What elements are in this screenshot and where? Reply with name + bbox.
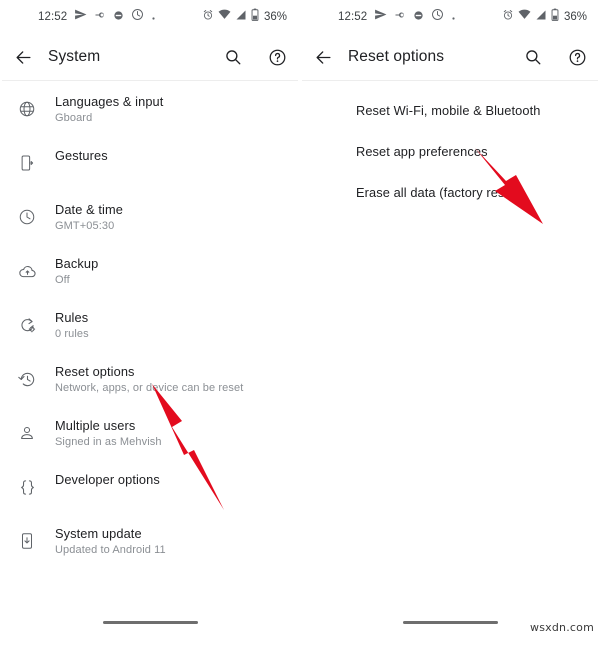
panel-system: 12:52 36% System Languages & input Gboar… xyxy=(0,0,300,648)
dark-circle-icon xyxy=(413,8,424,26)
list-item-erase-all-data[interactable]: Erase all data (factory reset) xyxy=(300,172,600,213)
list-item-text: Languages & input Gboard xyxy=(55,90,163,126)
home-pill[interactable] xyxy=(102,620,198,624)
list-item-gestures[interactable]: Gestures xyxy=(0,144,300,198)
app-bar-actions xyxy=(222,46,288,68)
status-bar-right: 36% xyxy=(202,8,287,26)
list-item-subtitle: Off xyxy=(55,274,70,286)
list-item-subtitle: Gboard xyxy=(55,112,93,124)
list-item-reset-options[interactable]: Reset options Network, apps, or device c… xyxy=(0,360,300,414)
page-title: Reset options xyxy=(348,48,445,65)
cloud-upload-icon xyxy=(12,256,42,286)
list-item-text: Developer options xyxy=(55,468,160,489)
search-icon[interactable] xyxy=(522,46,544,68)
status-bar-left: 12:52 xyxy=(38,8,156,26)
dot-icon xyxy=(151,8,156,26)
alarm-icon xyxy=(502,8,514,26)
list-item-title: Languages & input xyxy=(55,94,164,109)
person-icon xyxy=(12,418,42,448)
list-item-reset-wifi-mobile-bluetooth[interactable]: Reset Wi-Fi, mobile & Bluetooth xyxy=(300,90,600,131)
list-item-reset-app-preferences[interactable]: Reset app preferences xyxy=(300,131,600,172)
list-item-multiple-users[interactable]: Multiple users Signed in as Mehvish xyxy=(0,414,300,468)
panel-reset-options: 12:52 36% Reset options Reset Wi-Fi, mob… xyxy=(300,0,600,648)
back-arrow-icon[interactable] xyxy=(10,44,36,70)
status-time: 12:52 xyxy=(38,11,68,23)
list-item-text: Multiple users Signed in as Mehvish xyxy=(55,414,162,450)
app-bar-actions xyxy=(522,46,588,68)
home-pill[interactable] xyxy=(402,620,498,624)
status-bar: 12:52 36% xyxy=(0,0,300,34)
list-item-rules[interactable]: Rules 0 rules xyxy=(0,306,300,360)
list-item-title: Erase all data (factory reset) xyxy=(356,185,520,200)
status-time: 12:52 xyxy=(338,11,368,23)
battery-percent: 36% xyxy=(263,11,287,23)
reset-options-list: Reset Wi-Fi, mobile & Bluetooth Reset ap… xyxy=(300,81,600,213)
list-item-text: Rules 0 rules xyxy=(55,306,89,342)
page-title: System xyxy=(48,48,101,65)
wifi-icon xyxy=(218,8,231,26)
rules-icon xyxy=(12,310,42,340)
list-item-title: Reset options xyxy=(55,364,135,379)
battery-icon xyxy=(251,8,259,26)
do-not-disturb-icon xyxy=(131,8,144,26)
list-item-title: Gestures xyxy=(55,148,108,163)
battery-percent: 36% xyxy=(563,11,587,23)
watermark: wsxdn.com xyxy=(530,621,594,634)
settings-list: Languages & input Gboard Gestures Date &… xyxy=(0,81,300,576)
signal-icon xyxy=(235,8,247,26)
signal-icon xyxy=(535,8,547,26)
list-item-subtitle: Signed in as Mehvish xyxy=(55,436,162,448)
list-item-title: Reset app preferences xyxy=(356,144,488,159)
braces-icon xyxy=(12,472,42,502)
vpn-key-icon xyxy=(94,8,106,26)
list-item-languages-input[interactable]: Languages & input Gboard xyxy=(0,90,300,144)
status-bar: 12:52 36% xyxy=(300,0,600,34)
app-bar: Reset options xyxy=(300,34,600,80)
list-item-subtitle: Network, apps, or device can be reset xyxy=(55,382,244,394)
list-item-subtitle: Updated to Android 11 xyxy=(55,544,166,556)
status-bar-left: 12:52 xyxy=(338,8,456,26)
back-arrow-icon[interactable] xyxy=(310,44,336,70)
list-item-text: Backup Off xyxy=(55,252,98,288)
send-icon xyxy=(374,8,387,26)
list-item-title: Date & time xyxy=(55,202,123,217)
alarm-icon xyxy=(202,8,214,26)
list-item-text: Gestures xyxy=(55,144,108,165)
search-icon[interactable] xyxy=(222,46,244,68)
battery-icon xyxy=(551,8,559,26)
vpn-key-icon xyxy=(394,8,406,26)
list-item-subtitle: 0 rules xyxy=(55,328,89,340)
send-icon xyxy=(74,8,87,26)
dark-circle-icon xyxy=(113,8,124,26)
list-item-developer-options[interactable]: Developer options xyxy=(0,468,300,522)
list-item-text: Reset options Network, apps, or device c… xyxy=(55,360,243,396)
list-item-title: Developer options xyxy=(55,472,160,487)
do-not-disturb-icon xyxy=(431,8,444,26)
help-icon[interactable] xyxy=(266,46,288,68)
list-item-system-update[interactable]: System update Updated to Android 11 xyxy=(0,522,300,576)
system-update-icon xyxy=(12,526,42,556)
list-item-text: Date & time GMT+05:30 xyxy=(55,198,123,234)
dot-icon xyxy=(451,8,456,26)
globe-icon xyxy=(12,94,42,124)
status-bar-right: 36% xyxy=(502,8,587,26)
history-icon xyxy=(12,364,42,394)
app-bar: System xyxy=(0,34,300,80)
list-item-date-time[interactable]: Date & time GMT+05:30 xyxy=(0,198,300,252)
gestures-icon xyxy=(12,148,42,178)
list-item-title: Backup xyxy=(55,256,99,271)
list-item-text: System update Updated to Android 11 xyxy=(55,522,166,558)
list-item-backup[interactable]: Backup Off xyxy=(0,252,300,306)
list-item-title: Rules xyxy=(55,310,89,325)
gesture-nav-bar xyxy=(0,604,300,648)
list-item-title: Reset Wi-Fi, mobile & Bluetooth xyxy=(356,103,541,118)
wifi-icon xyxy=(518,8,531,26)
help-icon[interactable] xyxy=(566,46,588,68)
list-item-title: System update xyxy=(55,526,142,541)
list-item-title: Multiple users xyxy=(55,418,136,433)
clock-icon xyxy=(12,202,42,232)
screenshot-pair: 12:52 36% System Languages & input Gboar… xyxy=(0,0,600,648)
list-item-subtitle: GMT+05:30 xyxy=(55,220,115,232)
